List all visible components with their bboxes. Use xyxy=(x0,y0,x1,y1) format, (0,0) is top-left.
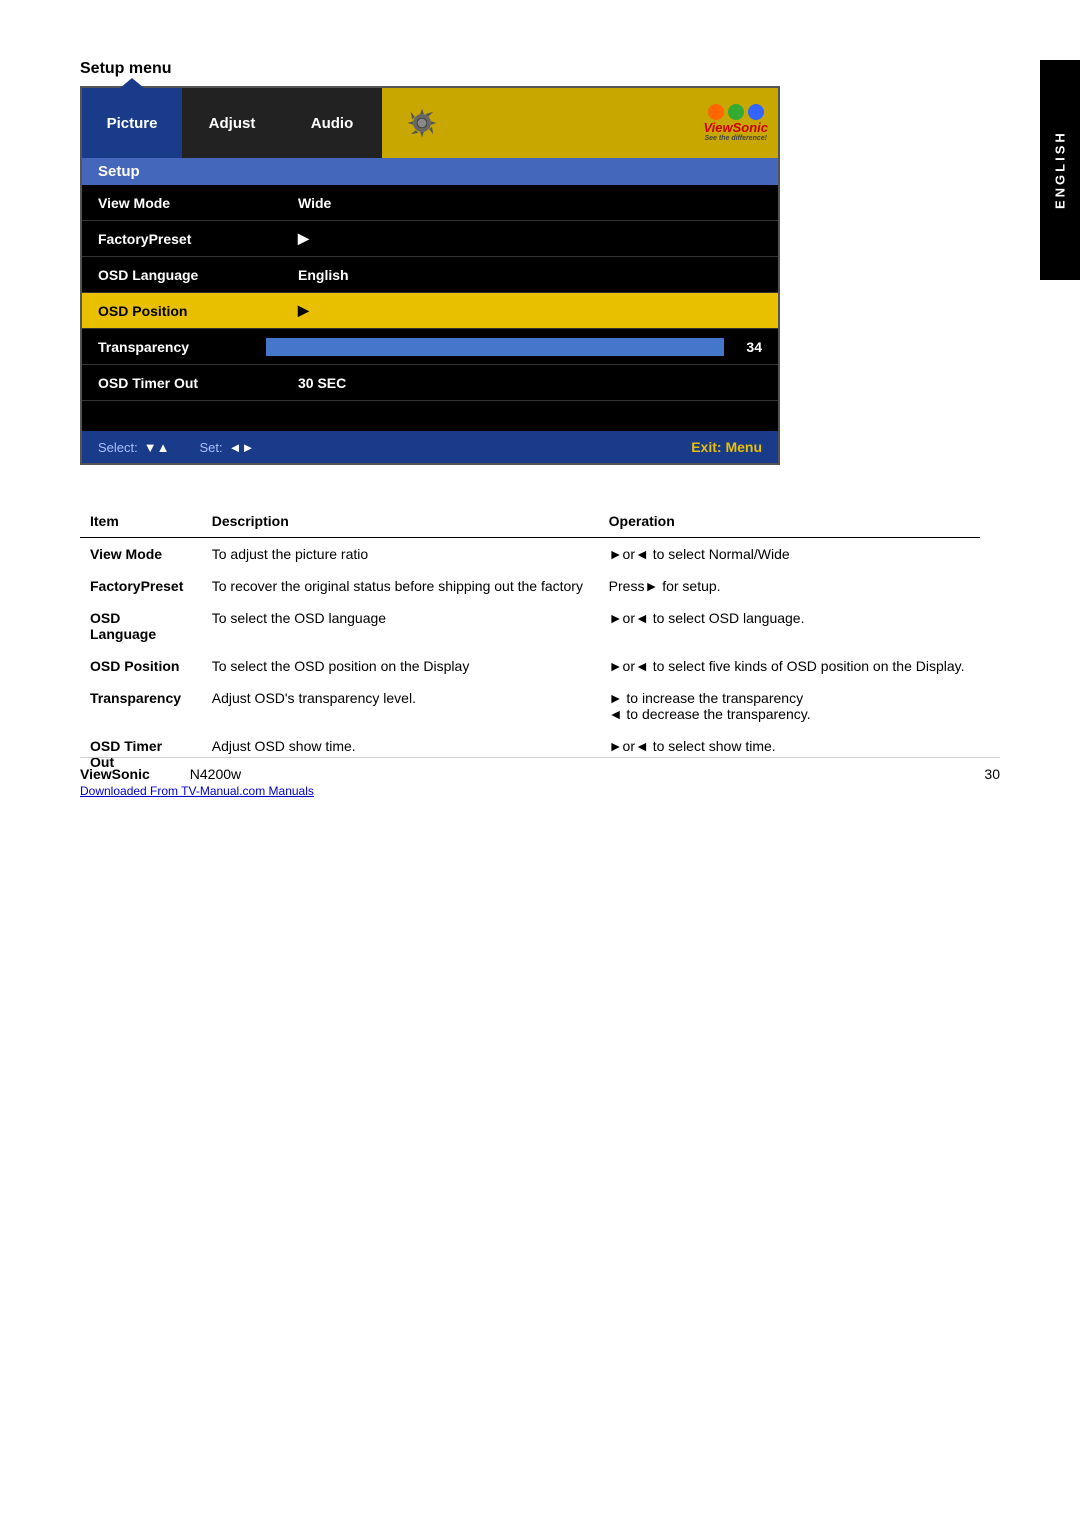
row-op-factorypreset: Press► for setup. xyxy=(599,570,980,602)
gear-icon xyxy=(404,105,440,141)
osdtimerout-label: OSD Timer Out xyxy=(98,375,298,391)
row-op-osdpos: ►or◄ to select five kinds of OSD positio… xyxy=(599,650,980,682)
footer-main: ViewSonic N4200w 30 xyxy=(80,757,1000,782)
col-header-item: Item xyxy=(80,505,202,538)
osdlanguage-label: OSD Language xyxy=(98,267,298,283)
menu-row-osdtimerout[interactable]: OSD Timer Out 30 SEC xyxy=(82,365,778,401)
footer-page: 30 xyxy=(984,766,1000,782)
osdlanguage-value: English xyxy=(298,267,762,283)
viewmode-value: Wide xyxy=(298,195,762,211)
set-label: Set: xyxy=(199,440,222,455)
menu-row-factorypreset[interactable]: FactoryPreset ▶ xyxy=(82,221,778,257)
table-row: Transparency Adjust OSD's transparency l… xyxy=(80,682,980,730)
menu-tab-bar: Picture Adjust Audio xyxy=(82,88,778,158)
page-footer: ViewSonic N4200w 30 Downloaded From TV-M… xyxy=(80,757,1000,798)
row-item-factorypreset: FactoryPreset xyxy=(80,570,202,602)
osdtimerout-value: 30 SEC xyxy=(298,375,762,391)
tab-logo: ViewSonic See the difference! xyxy=(462,88,778,158)
row-item-viewmode: View Mode xyxy=(80,538,202,571)
footer-model: N4200w xyxy=(190,766,241,782)
language-tab: ENGLISH xyxy=(1040,60,1080,280)
select-arrows: ▼▲ xyxy=(144,440,170,455)
table-row: OSD Position To select the OSD position … xyxy=(80,650,980,682)
menu-row-transparency[interactable]: Transparency 34 xyxy=(82,329,778,365)
footer-brand: ViewSonic xyxy=(80,766,150,782)
viewsonic-logo: ViewSonic See the difference! xyxy=(703,104,768,142)
tab-gear[interactable] xyxy=(382,88,462,158)
tab-adjust-label: Adjust xyxy=(209,115,256,132)
row-op-osdlang: ►or◄ to select OSD language. xyxy=(599,602,980,650)
row-desc-osdlang: To select the OSD language xyxy=(202,602,599,650)
setup-menu-title: Setup menu xyxy=(80,60,1000,78)
menu-row-osdposition[interactable]: OSD Position ▶ xyxy=(82,293,778,329)
table-row: OSDLanguage To select the OSD language ►… xyxy=(80,602,980,650)
menu-section-setup: Setup xyxy=(82,158,778,185)
viewmode-label: View Mode xyxy=(98,195,298,211)
row-op-transparency: ► to increase the transparency◄ to decre… xyxy=(599,682,980,730)
row-desc-viewmode: To adjust the picture ratio xyxy=(202,538,599,571)
transparency-label: Transparency xyxy=(98,339,258,355)
osd-menu-box: Picture Adjust Audio xyxy=(80,86,780,465)
col-header-op: Operation xyxy=(599,505,980,538)
set-arrows: ◄► xyxy=(229,440,255,455)
tab-picture-label: Picture xyxy=(107,115,158,132)
menu-spacer xyxy=(82,401,778,431)
menu-row-viewmode[interactable]: View Mode Wide xyxy=(82,185,778,221)
osdposition-label: OSD Position xyxy=(98,303,298,319)
osdposition-arrow: ▶ xyxy=(298,302,762,319)
bottom-set: Set: ◄► xyxy=(199,440,254,455)
row-op-viewmode: ►or◄ to select Normal/Wide xyxy=(599,538,980,571)
col-header-desc: Description xyxy=(202,505,599,538)
table-row: FactoryPreset To recover the original st… xyxy=(80,570,980,602)
row-item-osdpos: OSD Position xyxy=(80,650,202,682)
tab-picture[interactable]: Picture xyxy=(82,88,182,158)
viewsonic-tagline: See the difference! xyxy=(704,135,767,142)
tab-adjust[interactable]: Adjust xyxy=(182,88,282,158)
transparency-value: 34 xyxy=(732,339,762,355)
row-item-osdlang: OSDLanguage xyxy=(80,602,202,650)
menu-bottom-bar: Select: ▼▲ Set: ◄► Exit: Menu xyxy=(82,431,778,463)
select-label: Select: xyxy=(98,440,138,455)
info-table: Item Description Operation View Mode To … xyxy=(80,505,980,778)
exit-menu-button[interactable]: Exit: Menu xyxy=(691,439,762,455)
menu-row-osdlanguage[interactable]: OSD Language English xyxy=(82,257,778,293)
viewsonic-brand-name: ViewSonic xyxy=(703,120,768,135)
row-item-transparency: Transparency xyxy=(80,682,202,730)
row-desc-osdpos: To select the OSD position on the Displa… xyxy=(202,650,599,682)
tab-audio[interactable]: Audio xyxy=(282,88,382,158)
footer-link[interactable]: Downloaded From TV-Manual.com Manuals xyxy=(80,784,314,798)
tab-audio-label: Audio xyxy=(311,115,354,132)
bottom-select: Select: ▼▲ xyxy=(98,440,169,455)
factorypreset-arrow: ▶ xyxy=(298,230,762,247)
row-desc-factorypreset: To recover the original status before sh… xyxy=(202,570,599,602)
row-desc-transparency: Adjust OSD's transparency level. xyxy=(202,682,599,730)
table-row: View Mode To adjust the picture ratio ►o… xyxy=(80,538,980,571)
transparency-slider[interactable] xyxy=(266,338,724,356)
factorypreset-label: FactoryPreset xyxy=(98,231,298,247)
transparency-fill xyxy=(266,338,678,356)
